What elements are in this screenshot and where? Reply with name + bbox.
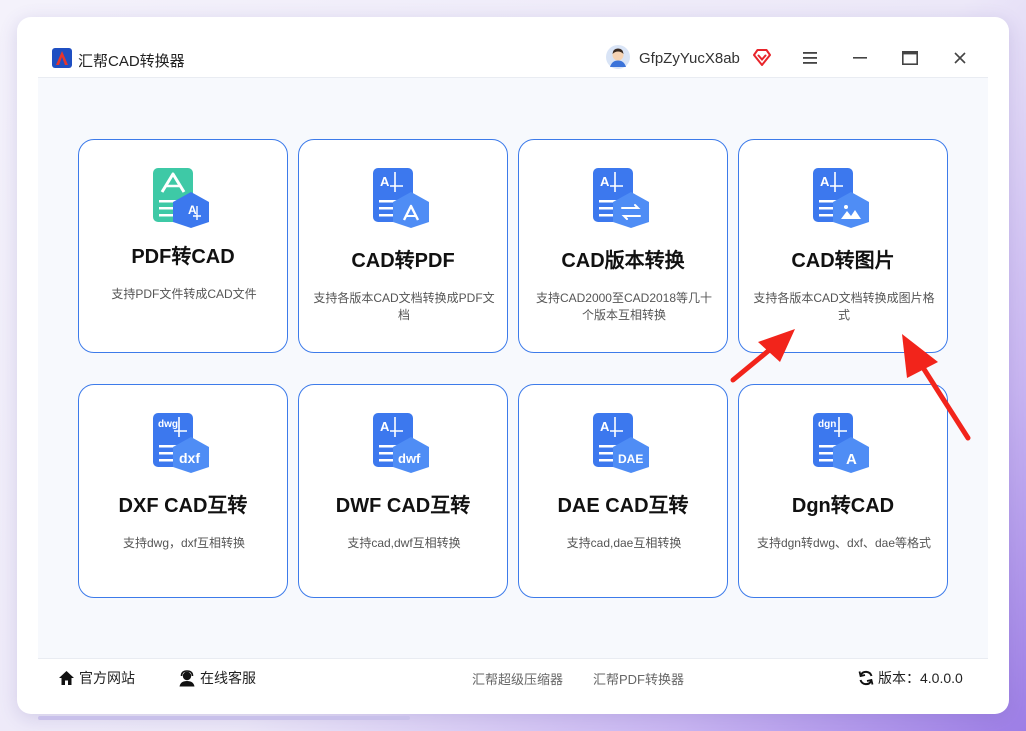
annotation-arrow-right <box>902 334 971 441</box>
annotation-arrows <box>730 329 971 441</box>
annotation-arrow-left <box>730 329 795 383</box>
